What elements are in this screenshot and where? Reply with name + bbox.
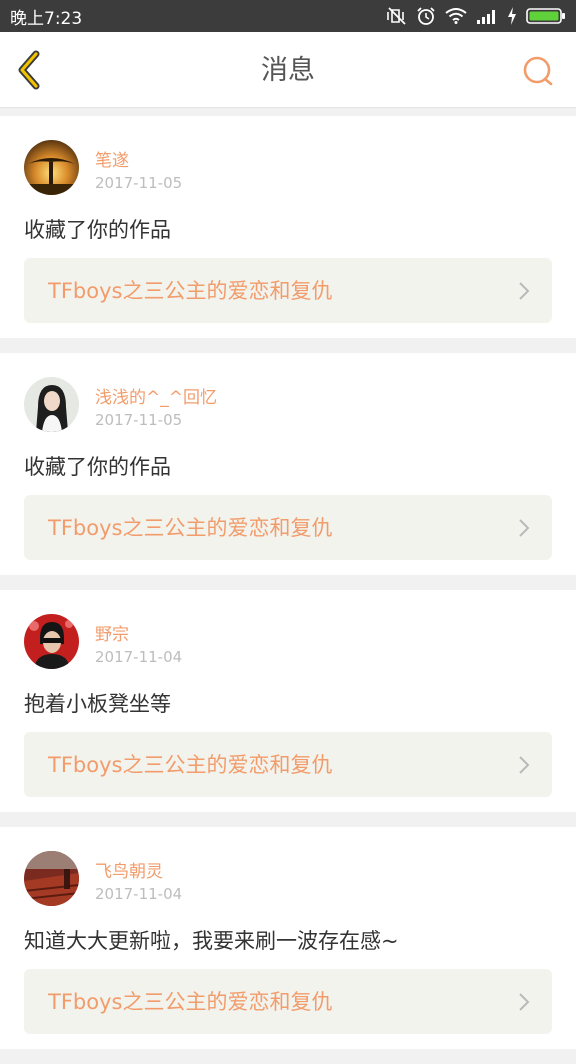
work-link[interactable]: TFboys之三公主的爱恋和复仇 — [24, 732, 552, 797]
message-date: 2017-11-04 — [95, 885, 183, 903]
message-card: 浅浅的^_^回忆 2017-11-05 收藏了你的作品 TFboys之三公主的爱… — [0, 353, 576, 575]
wifi-icon — [445, 8, 467, 24]
message-date: 2017-11-05 — [95, 411, 183, 429]
search-button[interactable] — [520, 54, 556, 90]
battery-icon — [526, 8, 565, 24]
nav-bar: 消息 — [0, 32, 576, 108]
status-bar: 晚上7:23 — [0, 0, 576, 32]
message-card: 笔遂 2017-11-05 收藏了你的作品 TFboys之三公主的爱恋和复仇 — [0, 116, 576, 338]
work-title: TFboys之三公主的爱恋和复仇 — [48, 279, 333, 303]
search-icon — [523, 56, 553, 86]
avatar[interactable] — [24, 614, 79, 669]
username[interactable]: 笔遂 — [95, 146, 129, 171]
status-time: 晚上7:23 — [10, 8, 83, 29]
chevron-right-icon — [519, 519, 530, 537]
message-text: 收藏了你的作品 — [24, 455, 171, 479]
charging-icon — [508, 7, 516, 25]
message-text: 知道大大更新啦，我要来刷一波存在感~ — [24, 929, 399, 953]
avatar[interactable] — [24, 851, 79, 906]
alarm-icon — [417, 7, 435, 25]
username[interactable]: 飞鸟朝灵 — [95, 857, 163, 882]
work-title: TFboys之三公主的爱恋和复仇 — [48, 516, 333, 540]
message-date: 2017-11-05 — [95, 174, 183, 192]
chevron-right-icon — [519, 756, 530, 774]
work-link[interactable]: TFboys之三公主的爱恋和复仇 — [24, 969, 552, 1034]
avatar[interactable] — [24, 377, 79, 432]
chevron-right-icon — [519, 282, 530, 300]
message-text: 收藏了你的作品 — [24, 218, 171, 242]
page-title: 消息 — [261, 55, 315, 86]
message-list: 笔遂 2017-11-05 收藏了你的作品 TFboys之三公主的爱恋和复仇 浅… — [0, 116, 576, 1064]
work-link[interactable]: TFboys之三公主的爱恋和复仇 — [24, 258, 552, 323]
work-title: TFboys之三公主的爱恋和复仇 — [48, 753, 333, 777]
status-icons — [387, 6, 566, 26]
message-text: 抱着小板凳坐等 — [24, 692, 171, 716]
message-card: 野宗 2017-11-04 抱着小板凳坐等 TFboys之三公主的爱恋和复仇 — [0, 590, 576, 812]
vibrate-off-icon — [387, 7, 406, 25]
work-link[interactable]: TFboys之三公主的爱恋和复仇 — [24, 495, 552, 560]
username[interactable]: 浅浅的^_^回忆 — [95, 383, 217, 408]
username[interactable]: 野宗 — [95, 620, 129, 645]
signal-icon — [477, 10, 495, 24]
work-title: TFboys之三公主的爱恋和复仇 — [48, 990, 333, 1014]
message-date: 2017-11-04 — [95, 648, 183, 666]
avatar[interactable] — [24, 140, 79, 195]
chevron-right-icon — [519, 993, 530, 1011]
message-card: 飞鸟朝灵 2017-11-04 知道大大更新啦，我要来刷一波存在感~ TFboy… — [0, 827, 576, 1049]
